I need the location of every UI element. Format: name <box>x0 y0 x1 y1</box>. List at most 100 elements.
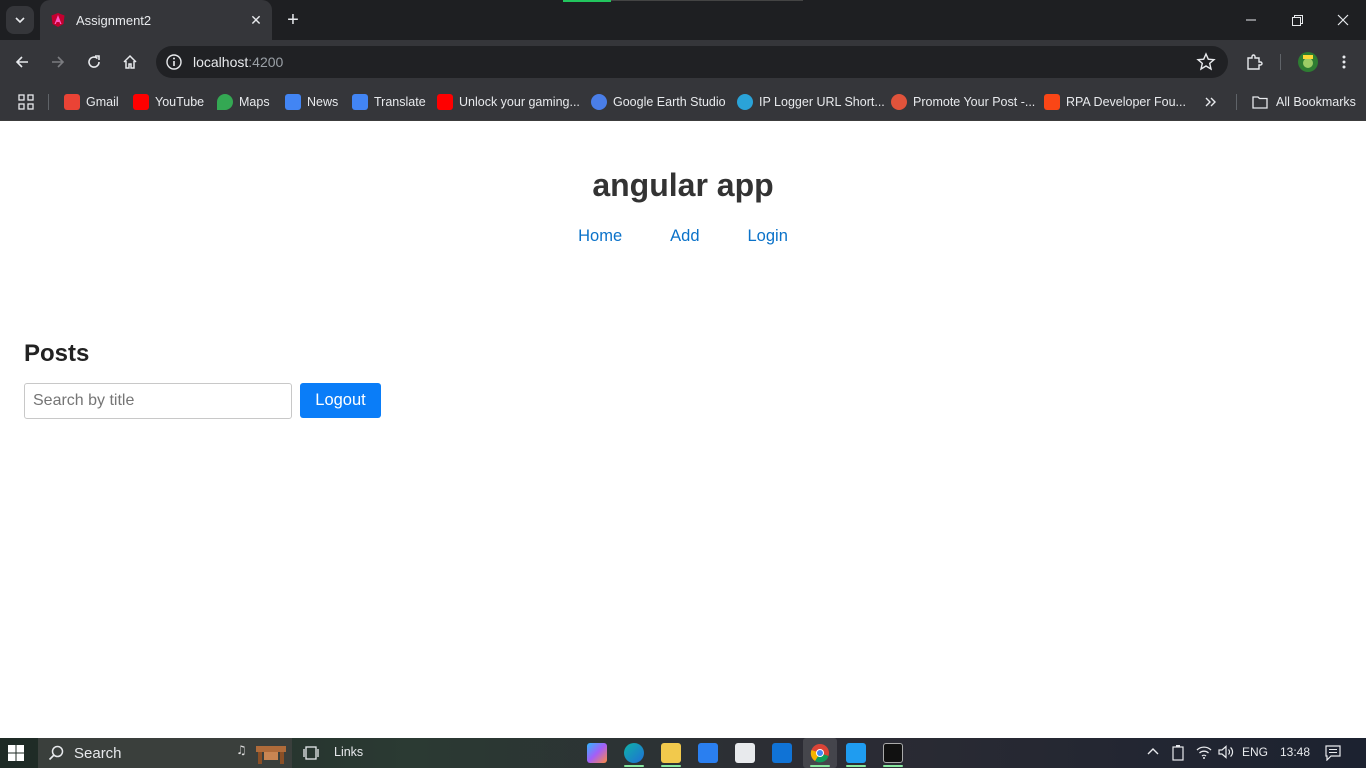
bookmark-label: RPA Developer Fou... <box>1066 95 1186 109</box>
task-view-icon[interactable] <box>303 745 319 761</box>
tab-close-icon[interactable]: ✕ <box>248 12 264 28</box>
bookmark-label: YouTube <box>155 95 205 109</box>
nav-link-home[interactable]: Home <box>578 227 622 246</box>
window-accent-strip <box>563 0 611 2</box>
bookmarks-divider <box>48 94 49 110</box>
all-bookmarks-button[interactable]: All Bookmarks <box>1252 92 1356 112</box>
tab-title: Assignment2 <box>76 12 152 28</box>
iplogger-icon <box>737 94 753 110</box>
bookmark-promote-post[interactable]: Promote Your Post -... <box>891 92 1035 112</box>
bookmark-google-earth-studio[interactable]: Google Earth Studio <box>591 92 726 112</box>
chevron-up-icon[interactable] <box>1146 745 1160 759</box>
copilot-icon[interactable] <box>587 743 607 763</box>
bookmark-label: Promote Your Post -... <box>913 95 1036 109</box>
remote-desktop-icon[interactable] <box>698 743 718 763</box>
battery-icon[interactable] <box>1171 745 1185 761</box>
home-button[interactable] <box>116 48 144 76</box>
bookmark-translate[interactable]: Translate <box>352 92 426 112</box>
site-info-icon[interactable] <box>165 53 183 71</box>
posts-heading: Posts <box>24 340 90 367</box>
youtube-icon <box>437 94 453 110</box>
new-tab-button[interactable]: + <box>282 8 304 32</box>
url-host: localhost <box>193 54 249 70</box>
bookmark-star-icon[interactable] <box>1196 52 1216 72</box>
chevron-down-icon <box>15 17 25 24</box>
bookmark-ip-logger[interactable]: IP Logger URL Short... <box>737 92 885 112</box>
bookmark-news[interactable]: News <box>285 92 338 112</box>
links-toolbar[interactable]: Links <box>334 745 363 759</box>
window-accent-strip-gray <box>611 0 803 1</box>
notification-center-icon[interactable] <box>1325 745 1341 761</box>
extensions-button[interactable] <box>1240 48 1268 76</box>
nav-link-login[interactable]: Login <box>748 227 788 246</box>
terminal-icon[interactable] <box>883 743 903 763</box>
bookmark-rpa-developer[interactable]: RPA Developer Fou... <box>1044 92 1186 112</box>
restore-button[interactable] <box>1274 0 1320 40</box>
bookmarks-divider <box>1236 94 1237 110</box>
home-icon <box>123 54 137 69</box>
vscode-icon[interactable] <box>846 743 866 763</box>
browser-tab-active[interactable]: Assignment2 ✕ <box>40 0 272 40</box>
bookmarks-overflow-button[interactable] <box>1204 92 1218 112</box>
translate-icon <box>352 94 368 110</box>
bookmark-label: News <box>307 95 339 109</box>
apps-button[interactable] <box>18 92 34 112</box>
wifi-icon[interactable] <box>1196 745 1212 759</box>
uipath-icon <box>1044 94 1060 110</box>
browser-menu-button[interactable] <box>1330 48 1358 76</box>
arrow-right-icon <box>52 56 65 68</box>
taskbar-search-box[interactable]: Search ♫ <box>38 738 292 768</box>
reload-icon <box>88 55 100 68</box>
logout-button[interactable]: Logout <box>300 383 381 418</box>
explorer-running-indicator <box>661 765 681 767</box>
all-bookmarks-label: All Bookmarks <box>1276 95 1356 109</box>
bookmark-gmail[interactable]: Gmail <box>64 92 119 112</box>
microsoft-store-icon[interactable] <box>735 743 755 763</box>
windows-start-icon[interactable] <box>8 745 24 761</box>
volume-icon[interactable] <box>1218 745 1234 759</box>
chrome-running-indicator <box>810 765 830 767</box>
terminal-running-indicator <box>883 765 903 767</box>
language-indicator[interactable]: ENG <box>1242 745 1268 759</box>
gmail-icon <box>64 94 80 110</box>
profile-button[interactable] <box>1294 48 1322 76</box>
minimize-button[interactable] <box>1228 0 1274 40</box>
bookmark-unlock-gaming[interactable]: Unlock your gaming... <box>437 92 580 112</box>
bookmark-label: Maps <box>239 95 270 109</box>
edge-icon[interactable] <box>624 743 644 763</box>
avatar-icon <box>1298 52 1318 72</box>
earth-icon <box>591 94 607 110</box>
forward-button[interactable] <box>44 48 72 76</box>
bookmark-label: Unlock your gaming... <box>459 95 580 109</box>
nav-link-add[interactable]: Add <box>670 227 699 246</box>
news-icon <box>285 94 301 110</box>
puzzle-icon <box>1247 54 1263 70</box>
apps-grid-icon <box>18 94 34 110</box>
bookmark-maps[interactable]: Maps <box>217 92 270 112</box>
clock[interactable]: 13:48 <box>1280 745 1310 759</box>
bookmark-label: Translate <box>374 95 426 109</box>
outlook-icon[interactable] <box>772 743 792 763</box>
rocket-icon <box>891 94 907 110</box>
address-bar[interactable]: localhost:4200 <box>156 46 1228 78</box>
angular-icon <box>51 13 65 27</box>
bookmark-label: IP Logger URL Short... <box>759 95 885 109</box>
reload-button[interactable] <box>80 48 108 76</box>
close-window-button[interactable] <box>1320 0 1366 40</box>
web-page: angular app Home Add Login Posts Logout <box>0 121 1366 738</box>
windows-taskbar: Search ♫ Links ENG 13:48 <box>0 738 1366 768</box>
folder-icon <box>1252 96 1268 109</box>
vscode-running-indicator <box>846 765 866 767</box>
minimize-icon <box>1246 19 1256 21</box>
chrome-icon[interactable] <box>810 743 830 763</box>
bookmarks-bar: Gmail YouTube Maps News Translate Unlock… <box>0 84 1366 121</box>
file-explorer-icon[interactable] <box>661 743 681 763</box>
more-vertical-icon <box>1342 55 1346 69</box>
tab-search-button[interactable] <box>6 6 34 34</box>
bookmark-youtube[interactable]: YouTube <box>133 92 204 112</box>
back-button[interactable] <box>8 48 36 76</box>
main-nav: Home Add Login <box>0 227 1366 246</box>
app-title: angular app <box>592 167 774 203</box>
search-input[interactable] <box>24 383 292 419</box>
arrow-left-icon <box>15 56 28 68</box>
